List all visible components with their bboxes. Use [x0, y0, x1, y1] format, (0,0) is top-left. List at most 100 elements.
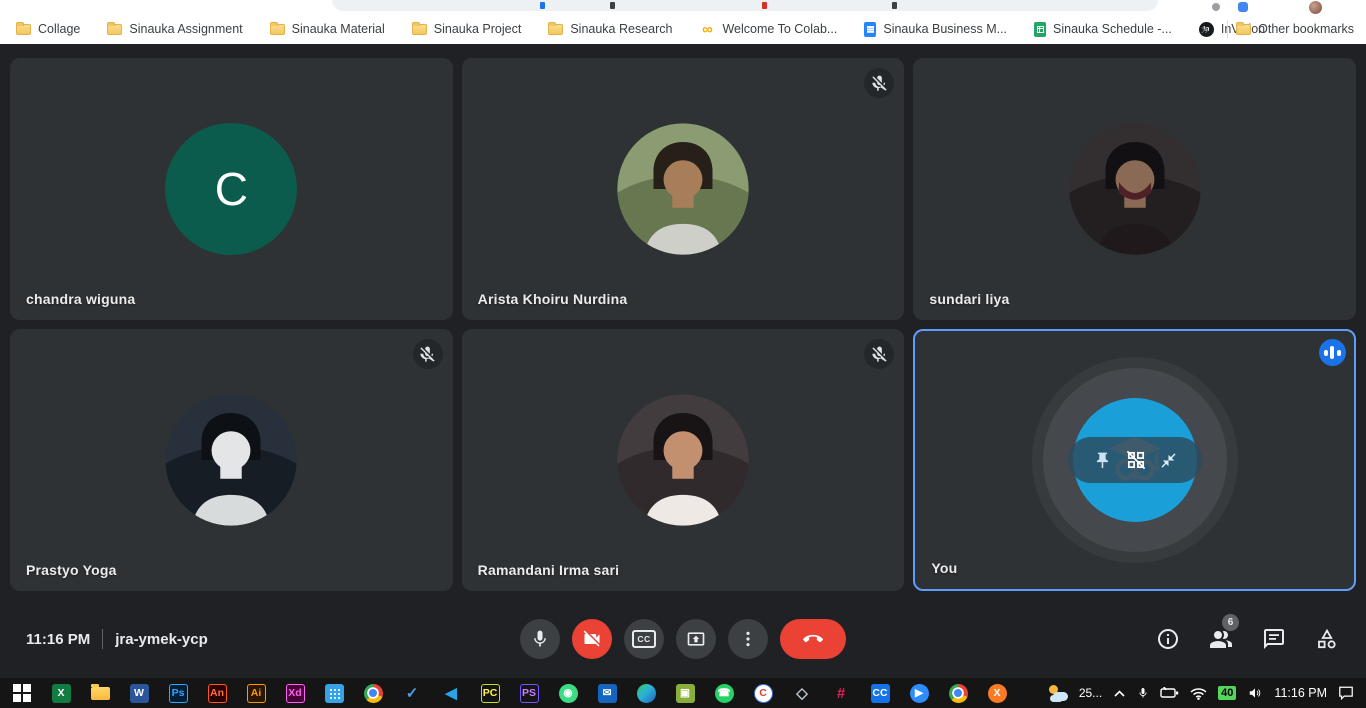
- mic-button[interactable]: [520, 619, 560, 659]
- profile-photo: [616, 122, 750, 256]
- taskbar-android-studio[interactable]: ▣: [673, 681, 697, 705]
- participant-tile-ramandani-irma-sari[interactable]: Ramandani Irma sari: [462, 329, 905, 591]
- taskbar-start[interactable]: [10, 681, 34, 705]
- taskbar-pycharm[interactable]: PC: [478, 681, 502, 705]
- phpstorm-icon: PS: [520, 684, 539, 703]
- taskbar-coreldraw[interactable]: C: [751, 681, 775, 705]
- chrome-icon: [949, 684, 968, 703]
- taskbar-xampp[interactable]: X: [985, 681, 1009, 705]
- tray-chevron-up-icon[interactable]: [1113, 689, 1126, 698]
- taskbar-mail[interactable]: ✉: [595, 681, 619, 705]
- folder-icon: [91, 687, 110, 700]
- taskbar-calendar[interactable]: [322, 681, 346, 705]
- participant-name: You: [931, 560, 957, 576]
- meeting-info: 11:16 PM jra-ymek-ycp: [26, 629, 520, 649]
- taskbar-android-emulator[interactable]: ◉: [556, 681, 580, 705]
- tray-wifi-icon[interactable]: [1190, 687, 1207, 700]
- windows-taskbar: X W Ps An Ai Xd ✓ ◀ PC PS ◉ ✉ ▣ ☎ C ◇ # CC ▶ X 25... 40 11:…: [0, 678, 1366, 708]
- animate-icon: An: [208, 684, 227, 703]
- minimize-icon: [1160, 452, 1177, 469]
- activities-button[interactable]: [1314, 626, 1340, 652]
- taskbar-illustrator[interactable]: Ai: [244, 681, 268, 705]
- present-button[interactable]: [676, 619, 716, 659]
- weather-temp[interactable]: 25...: [1079, 686, 1102, 700]
- bookmark-sinauka-assignment[interactable]: Sinauka Assignment: [107, 22, 242, 36]
- videocam-off-icon: [582, 629, 602, 649]
- minimize-tile-button[interactable]: [1160, 452, 1177, 469]
- closed-captions-icon: CC: [632, 630, 656, 648]
- captions-button[interactable]: CC: [624, 619, 664, 659]
- taskbar-edge[interactable]: [634, 681, 658, 705]
- taskbar-word[interactable]: W: [127, 681, 151, 705]
- tray-battery-plug-icon[interactable]: [1160, 687, 1179, 699]
- bookmarks-divider: [1227, 20, 1228, 38]
- bookmark-label: Sinauka Business M...: [883, 22, 1007, 36]
- taskbar-zoom[interactable]: ▶: [907, 681, 931, 705]
- taskbar-photoshop[interactable]: Ps: [166, 681, 190, 705]
- slack-icon: #: [832, 684, 851, 703]
- folder-icon: [412, 24, 427, 35]
- coreldraw-icon: C: [754, 684, 773, 703]
- browser-profile-avatar[interactable]: [1309, 1, 1322, 14]
- screen: Collage Sinauka Assignment Sinauka Materia…: [0, 0, 1366, 708]
- taskbar-ms-todo[interactable]: ✓: [400, 681, 424, 705]
- taskbar-creative-cloud[interactable]: CC: [868, 681, 892, 705]
- taskbar-excel[interactable]: X: [49, 681, 73, 705]
- taskbar-adobe-xd[interactable]: Xd: [283, 681, 307, 705]
- meet-clock: 11:16 PM: [26, 631, 90, 648]
- taskbar-chrome-tray[interactable]: [946, 681, 970, 705]
- pin-tile-button[interactable]: [1093, 451, 1112, 470]
- calendar-icon: [325, 684, 344, 703]
- bookmark-collage[interactable]: Collage: [16, 22, 80, 36]
- photoshop-icon: Ps: [169, 684, 188, 703]
- taskbar-animate[interactable]: An: [205, 681, 229, 705]
- bookmark-sinauka-schedule[interactable]: Sinauka Schedule -...: [1034, 22, 1172, 37]
- participant-tile-arista-khoiru-nurdina[interactable]: Arista Khoiru Nurdina: [462, 58, 905, 320]
- taskbar-vscode[interactable]: ◀: [439, 681, 463, 705]
- people-button[interactable]: 6: [1208, 626, 1234, 652]
- mic-icon: [530, 629, 550, 649]
- tray-mic-icon[interactable]: [1137, 686, 1149, 700]
- taskbar-cube-app[interactable]: ◇: [790, 681, 814, 705]
- weather-icon[interactable]: [1047, 685, 1068, 701]
- action-center-icon[interactable]: [1338, 686, 1354, 700]
- participant-tile-you[interactable]: You: [913, 329, 1356, 591]
- bookmark-welcome-to-colab[interactable]: ∞Welcome To Colab...: [699, 21, 837, 37]
- bookmark-sinauka-research[interactable]: Sinauka Research: [548, 22, 672, 36]
- participant-tile-chandra-wiguna[interactable]: Cchandra wiguna: [10, 58, 453, 320]
- participant-tile-sundari-liya[interactable]: sundari liya: [913, 58, 1356, 320]
- bookmark-sinauka-project[interactable]: Sinauka Project: [412, 22, 522, 36]
- bookmark-label: Sinauka Assignment: [129, 22, 242, 36]
- taskbar-phpstorm[interactable]: PS: [517, 681, 541, 705]
- omnibox-fragment: [610, 2, 615, 9]
- extension-icon[interactable]: [1212, 3, 1220, 11]
- taskbar-chrome[interactable]: [361, 681, 385, 705]
- other-bookmarks-button[interactable]: Other bookmarks: [1236, 22, 1354, 36]
- chat-button[interactable]: [1261, 626, 1287, 652]
- mic-off-indicator: [413, 339, 443, 369]
- bookmark-sinauka-business-m[interactable]: Sinauka Business M...: [864, 22, 1007, 37]
- bookmarks-overflow-chevron[interactable]: »: [1191, 21, 1219, 38]
- speaking-ring: [1043, 368, 1227, 552]
- taskbar-clock[interactable]: 11:16 PM: [1274, 686, 1327, 700]
- right-panel-buttons: 6: [846, 626, 1340, 652]
- bookmark-label: Collage: [38, 22, 80, 36]
- more-options-button[interactable]: [728, 619, 768, 659]
- bookmark-sinauka-material[interactable]: Sinauka Material: [270, 22, 385, 36]
- squares-slash-icon: [1125, 449, 1147, 471]
- camera-button[interactable]: [572, 619, 612, 659]
- unpin-from-grid-button[interactable]: [1125, 449, 1147, 471]
- hangup-button[interactable]: [780, 619, 846, 659]
- participant-tile-prastyo-yoga[interactable]: Prastyo Yoga: [10, 329, 453, 591]
- vscode-icon: ◀: [442, 684, 461, 703]
- meeting-details-button[interactable]: [1155, 626, 1181, 652]
- pycharm-icon: PC: [481, 684, 500, 703]
- taskbar-file-explorer[interactable]: [88, 681, 112, 705]
- taskbar-whatsapp[interactable]: ☎: [712, 681, 736, 705]
- google-meet-app: Cchandra wiguna Arista Khoiru Nurdina su…: [0, 44, 1366, 678]
- extension-icon[interactable]: [1238, 2, 1248, 12]
- participant-grid: Cchandra wiguna Arista Khoiru Nurdina su…: [0, 44, 1366, 600]
- taskbar-slack[interactable]: #: [829, 681, 853, 705]
- battery-percent-badge[interactable]: 40: [1218, 686, 1236, 700]
- tray-speaker-icon[interactable]: [1247, 686, 1263, 700]
